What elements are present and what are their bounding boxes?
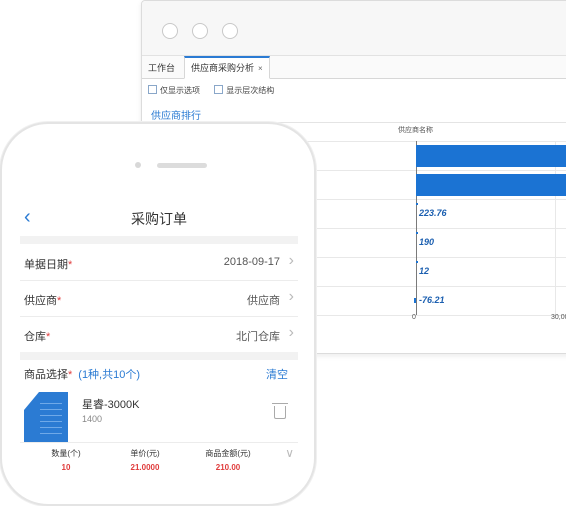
column-label: 数量(个) (51, 449, 81, 458)
field-label: 单据日期* (24, 259, 73, 271)
bar (416, 203, 418, 205)
checkbox-icon[interactable] (148, 85, 157, 94)
window-titlebar (142, 1, 566, 56)
field-label: 商品选择* (1种,共10个) (24, 369, 141, 381)
chevron-right-icon: › (288, 252, 294, 269)
grid-line (555, 141, 556, 315)
bar (416, 261, 418, 263)
window-control-dot[interactable] (222, 23, 238, 39)
chevron-right-icon: › (288, 288, 294, 305)
tab-supplier-analysis[interactable]: 供应商采购分析 × (184, 56, 270, 79)
bar (416, 232, 418, 234)
product-select-row: 商品选择* (1种,共10个) 清空 (20, 354, 298, 390)
field-warehouse[interactable]: 仓库* 北门仓库 › (20, 316, 298, 353)
data-label: -76.21 (419, 295, 445, 305)
column-value: 10 (61, 463, 71, 472)
filter-show-hierarchy[interactable]: 显示层次结构 (214, 85, 274, 96)
product-code: 1400 (82, 414, 103, 424)
data-label: 190 (419, 237, 435, 247)
filter-label: 显示层次结构 (226, 86, 275, 95)
checkbox-icon[interactable] (214, 85, 224, 94)
quantity-column[interactable]: 数量(个) 10 (46, 448, 86, 472)
phone-frame: ‹ 采购订单 单据日期* 2018-09-17 › 供应商* 供应商 › 仓库*… (0, 122, 316, 506)
x-tick-label: 0 (412, 314, 416, 321)
axis-title: 供应商名称 (398, 127, 433, 134)
close-icon[interactable]: × (258, 64, 263, 73)
clear-button[interactable]: 清空 (266, 366, 288, 382)
column-value: 210.00 (215, 463, 241, 472)
filter-show-options[interactable]: 仅显示选项 (148, 85, 200, 96)
page-title: 采购订单 (131, 211, 187, 227)
field-value: 北门仓库 (236, 331, 280, 343)
field-value: 2018-09-17 (223, 256, 280, 268)
column-label: 单价(元) (130, 449, 160, 458)
section-gap (20, 236, 298, 244)
unit-price-column[interactable]: 单价(元) 21.0000 (120, 448, 170, 472)
bar (414, 298, 416, 303)
column-label: 商品金额(元) (205, 449, 251, 458)
filter-bar: 仅显示选项 显示层次结构 (148, 85, 286, 96)
section-title: 供应商排行 (151, 111, 201, 122)
product-thumbnail-detail (40, 398, 62, 438)
data-label: 12 (419, 266, 430, 276)
data-label: 223.76 (419, 208, 447, 218)
window-control-dot[interactable] (162, 23, 178, 39)
filter-label: 仅显示选项 (160, 86, 200, 95)
bar (416, 145, 566, 167)
product-name: 星睿-3000K (82, 399, 140, 411)
zero-axis (416, 141, 417, 315)
tab-workbench[interactable]: 工作台 (142, 56, 181, 78)
speaker-grille (157, 163, 207, 168)
trash-icon[interactable] (272, 403, 288, 419)
tab-bar: 工作台 供应商采购分析 × (142, 56, 566, 79)
x-tick-label: 30,000 (551, 314, 566, 321)
divider (20, 442, 298, 443)
chevron-right-icon: › (288, 324, 294, 341)
window-control-dot[interactable] (192, 23, 208, 39)
field-label: 供应商* (24, 295, 62, 307)
field-value: 供应商 (247, 295, 280, 307)
camera-icon (135, 162, 141, 168)
field-supplier[interactable]: 供应商* 供应商 › (20, 280, 298, 317)
column-value: 21.0000 (130, 463, 160, 472)
amount-column[interactable]: 商品金额(元) 210.00 (196, 448, 260, 472)
bar (416, 174, 566, 196)
tab-label: 供应商采购分析 (191, 63, 255, 73)
field-document-date[interactable]: 单据日期* 2018-09-17 › (20, 244, 298, 281)
chevron-down-icon[interactable]: ∨ (285, 446, 294, 460)
field-label: 仓库* (24, 331, 51, 343)
